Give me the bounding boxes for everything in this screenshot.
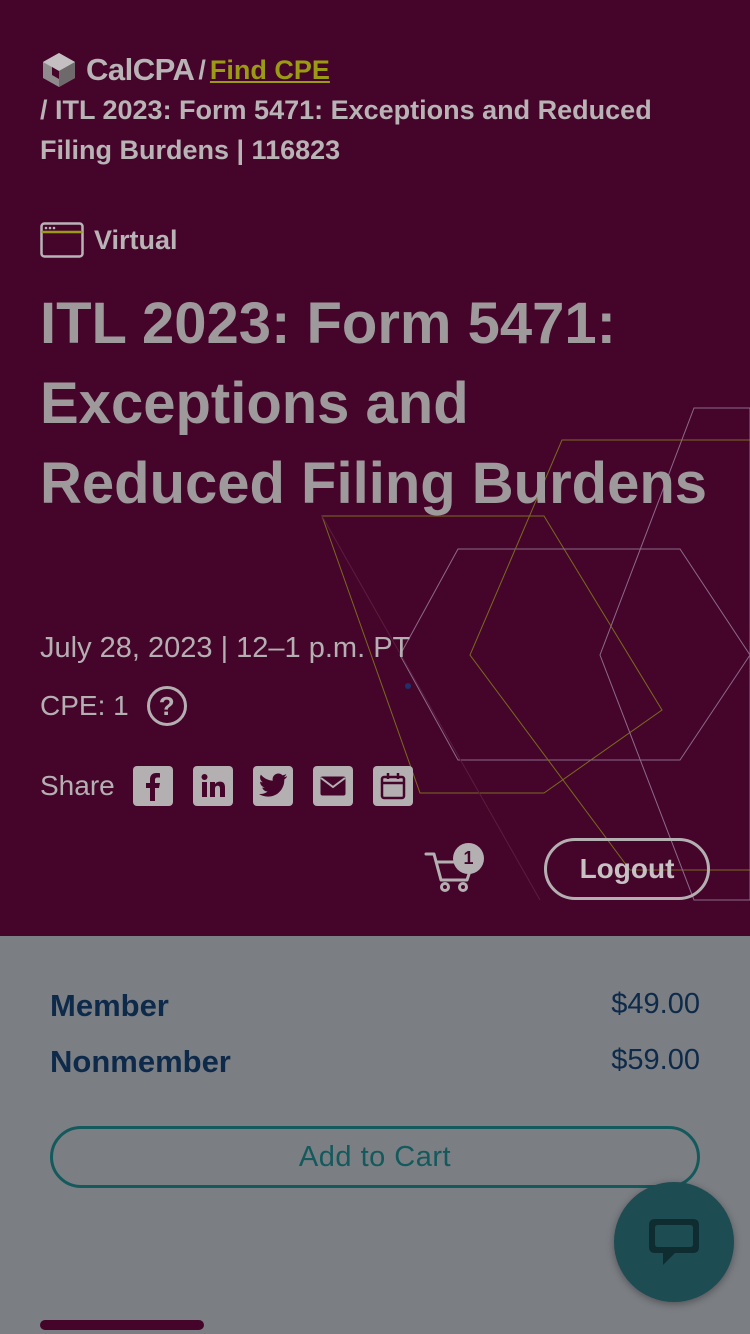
calendar-icon[interactable] [372,766,413,806]
breadcrumb: CalCPA / Find CPE / ITL 2023: Form 5471:… [40,50,680,170]
nonmember-label: Nonmember [50,1044,231,1079]
facebook-icon[interactable] [132,766,173,806]
cpe-credits: CPE: 1 ? [40,686,187,726]
breadcrumb-separator: / [198,55,206,85]
twitter-icon[interactable] [252,766,293,806]
calcpa-cube-icon [43,53,75,87]
logo-text: CalCPA [86,52,195,87]
logout-button[interactable]: Logout [544,838,710,900]
breadcrumb-current: / ITL 2023: Form 5471: Exceptions and Re… [40,95,652,165]
event-format-label: Virtual [94,224,178,255]
event-hero: CalCPA / Find CPE / ITL 2023: Form 5471:… [0,0,750,936]
share-label: Share [40,770,115,801]
section-accent-bar [40,1320,204,1330]
share-bar: Share [40,766,433,806]
member-price-row: Member $49.00 [50,988,700,1024]
chat-launcher-button[interactable] [614,1182,734,1302]
add-to-cart-button[interactable]: Add to Cart [50,1126,700,1188]
event-format: Virtual [40,222,178,258]
member-label: Member [50,988,169,1023]
member-price: $49.00 [611,988,700,1020]
chat-bubble-icon [649,1219,699,1265]
nonmember-price: $59.00 [611,1044,700,1076]
browser-window-icon [40,222,84,258]
event-date-time: July 28, 2023 | 12–1 p.m. PT [40,632,411,664]
nonmember-price-row: Nonmember $59.00 [50,1044,700,1080]
cpe-label: CPE: 1 [40,690,129,721]
cart-count-badge[interactable]: 1 [453,843,484,874]
email-icon[interactable] [312,766,353,806]
calcpa-logo[interactable]: CalCPA [40,50,195,90]
find-cpe-link[interactable]: Find CPE [210,50,330,90]
linkedin-icon[interactable] [192,766,233,806]
event-title: ITL 2023: Form 5471: Exceptions and Redu… [40,291,708,516]
help-icon[interactable]: ? [146,686,187,726]
